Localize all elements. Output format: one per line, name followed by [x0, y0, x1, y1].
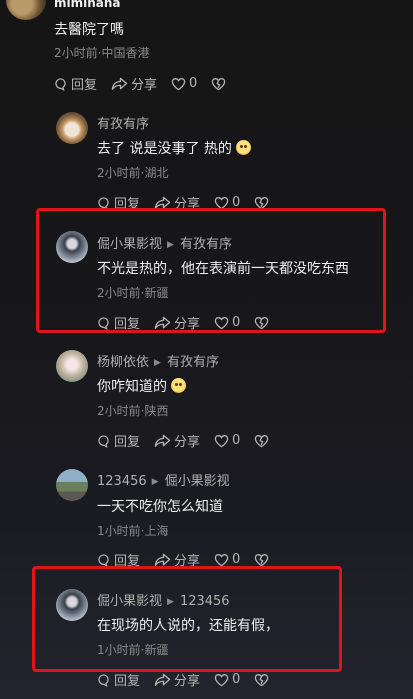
avatar[interactable] — [6, 0, 46, 20]
comment-icon — [55, 77, 66, 91]
reply-label: 回复 — [114, 435, 141, 450]
dislike-button[interactable] — [254, 673, 272, 687]
share-icon — [154, 673, 171, 686]
like-button[interactable]: 0 — [214, 433, 240, 448]
heart-icon — [214, 553, 229, 566]
reply-arrow-icon: ▶ — [154, 358, 161, 368]
like-count: 0 — [232, 433, 241, 448]
share-label: 分享 — [131, 78, 158, 93]
emoji-icon — [235, 140, 251, 155]
comment-username[interactable]: 有孜有序 — [97, 117, 149, 132]
comment-actions: 回复 分享 0 — [54, 74, 243, 93]
like-button[interactable]: 0 — [171, 76, 197, 91]
broken-heart-icon — [255, 673, 269, 686]
dislike-button[interactable] — [211, 77, 229, 91]
heart-icon — [171, 77, 186, 90]
reply-label: 回复 — [71, 78, 98, 93]
avatar[interactable] — [56, 350, 88, 382]
comment-username[interactable]: miminana — [54, 0, 121, 10]
share-button[interactable]: 分享 — [154, 670, 200, 689]
comment-text: 去了 说是没事了 热的 — [97, 141, 232, 157]
comment-text: 你咋知道的 — [97, 379, 167, 395]
like-count: 0 — [232, 672, 241, 687]
dislike-button[interactable] — [254, 553, 272, 567]
highlight-box — [36, 208, 386, 333]
heart-icon — [214, 434, 229, 447]
avatar[interactable] — [56, 112, 88, 144]
share-label: 分享 — [174, 674, 201, 689]
comment-icon — [98, 434, 109, 448]
share-button[interactable]: 分享 — [111, 74, 157, 93]
comment-username[interactable]: 123456 — [97, 474, 147, 489]
comment-username[interactable]: 杨柳依依 — [97, 355, 149, 370]
dislike-button[interactable] — [254, 434, 272, 448]
reply-button[interactable]: 回复 — [97, 670, 140, 689]
like-button[interactable]: 0 — [214, 552, 240, 567]
share-label: 分享 — [174, 435, 201, 450]
share-icon — [154, 553, 171, 566]
comment-text: 一天不吃你怎么知道 — [97, 499, 223, 515]
like-count: 0 — [189, 76, 198, 91]
comment-meta: 2小时前·中国香港 — [54, 46, 150, 60]
comment-header: 有孜有序 — [97, 113, 149, 132]
comment-meta: 2小时前·湖北 — [97, 166, 169, 180]
reply-arrow-icon: ▶ — [151, 477, 159, 487]
reply-to-username[interactable]: 倔小果影视 — [165, 474, 230, 489]
share-icon — [154, 434, 171, 447]
comment-text-row: 去了 说是没事了 热的 — [97, 138, 251, 158]
heart-icon — [214, 673, 229, 686]
comment-meta: 2小时前·陕西 — [97, 404, 169, 418]
reply-label: 回复 — [114, 674, 141, 689]
reply-button[interactable]: 回复 — [54, 74, 97, 93]
comment-text: 去醫院了嗎 — [54, 22, 124, 38]
like-button[interactable]: 0 — [214, 672, 240, 687]
comment-icon — [98, 553, 109, 567]
share-button[interactable]: 分享 — [154, 431, 200, 450]
like-count: 0 — [232, 552, 241, 567]
comment-actions: 回复 分享 0 — [97, 670, 286, 689]
broken-heart-icon — [212, 77, 226, 90]
comment-actions: 回复 分享 0 — [97, 431, 286, 450]
emoji-icon — [171, 378, 186, 393]
comment-header: 杨柳依依 ▶ 有孜有序 — [97, 351, 219, 370]
comment-meta: 1小时前·上海 — [97, 524, 169, 538]
avatar[interactable] — [56, 469, 88, 501]
comment-icon — [98, 673, 109, 687]
reply-button[interactable]: 回复 — [97, 431, 140, 450]
highlight-box — [32, 566, 342, 672]
broken-heart-icon — [255, 553, 269, 566]
comment-text-row: 你咋知道的 — [97, 376, 186, 396]
comment-header: 123456 ▶ 倔小果影视 — [97, 470, 230, 489]
reply-to-username[interactable]: 有孜有序 — [167, 355, 219, 370]
broken-heart-icon — [255, 434, 269, 447]
share-icon — [111, 77, 128, 90]
